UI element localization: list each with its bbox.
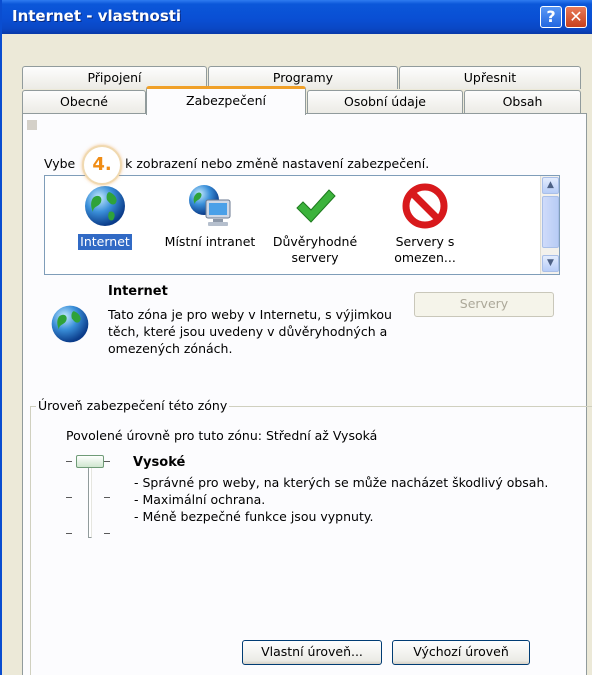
security-slider-track[interactable] [88,458,92,538]
slider-tick [66,461,72,462]
zone-info-description: Tato zóna je pro weby v Internetu, s výj… [108,307,392,356]
zone-label: Důvěryhodné servery [272,234,358,265]
tab-obsah[interactable]: Obsah [464,90,581,113]
zone-label: Servery s omezen... [394,234,456,265]
default-level-button[interactable]: Výchozí úroveň [392,640,530,665]
scroll-thumb[interactable] [542,196,559,248]
level-bullet: - Správné pro weby, na kterých se může n… [134,475,549,490]
servers-button[interactable]: Servery [414,292,554,317]
globe-icon [51,305,89,343]
focus-square [27,120,37,130]
zone-internet[interactable]: Internet [55,176,155,276]
window-title: Internet - vlastnosti [12,7,182,25]
servers-button-label: Servery [459,296,509,311]
tab-zabezpeceni[interactable]: Zabezpečení [146,86,306,115]
internet-options-window: Internet - vlastnosti ? ✕ Připojení Prog… [0,0,592,675]
zone-trusted[interactable]: Důvěryhodné servery [267,176,363,276]
checkmark-icon [296,189,336,223]
level-bullet: - Méně bezpečné funkce jsou vypnuty. [134,509,374,524]
slider-tick [104,533,110,534]
instruction-text-start: Vybe [44,156,76,171]
security-level-name: Vysoké [133,455,186,470]
no-entry-icon [402,183,448,229]
zone-scrollbar[interactable]: ▲ ▼ [540,176,559,274]
computer-globe-icon [189,185,231,226]
slider-tick [66,533,72,534]
zone-label: Místní intranet [164,234,256,249]
security-level-group [30,406,592,675]
zone-list[interactable]: Internet Místní intranet Důvěryhodné ser… [44,175,560,275]
zone-label: Internet [78,234,132,250]
security-level-description: - Správné pro weby, na kterých se může n… [134,474,554,525]
level-bullet: - Maximální ochrana. [134,492,266,507]
tab-obecne[interactable]: Obecné [22,90,146,113]
slider-tick [66,497,72,498]
custom-level-button[interactable]: Vlastní úroveň... [242,640,382,665]
scroll-up-button[interactable]: ▲ [542,177,559,194]
slider-tick [104,461,110,462]
custom-level-label: Vlastní úroveň... [261,644,363,659]
tab-osobni-udaje[interactable]: Osobní údaje [307,90,463,113]
globe-icon [85,186,125,226]
security-level-legend: Úroveň zabezpečení této zóny [36,398,230,413]
default-level-label: Výchozí úroveň [413,644,509,659]
scroll-down-button[interactable]: ▼ [542,255,559,272]
title-bar[interactable]: Internet - vlastnosti ? ✕ [2,0,592,34]
close-button[interactable]: ✕ [565,6,587,28]
help-button[interactable]: ? [540,6,562,28]
zone-info-title: Internet [108,284,168,299]
slider-tick [104,497,110,498]
security-slider-thumb[interactable] [76,455,104,468]
zone-restricted[interactable]: Servery s omezen... [375,176,475,276]
allowed-levels-text: Povolené úrovně pro tuto zónu: Střední a… [66,428,378,443]
instruction-text-end: u k zobrazení nebo změně nastavení zabez… [113,156,430,171]
zone-intranet[interactable]: Místní intranet [155,176,265,276]
tab-upresnit[interactable]: Upřesnit [399,66,581,89]
step-badge: 4. [82,145,122,185]
